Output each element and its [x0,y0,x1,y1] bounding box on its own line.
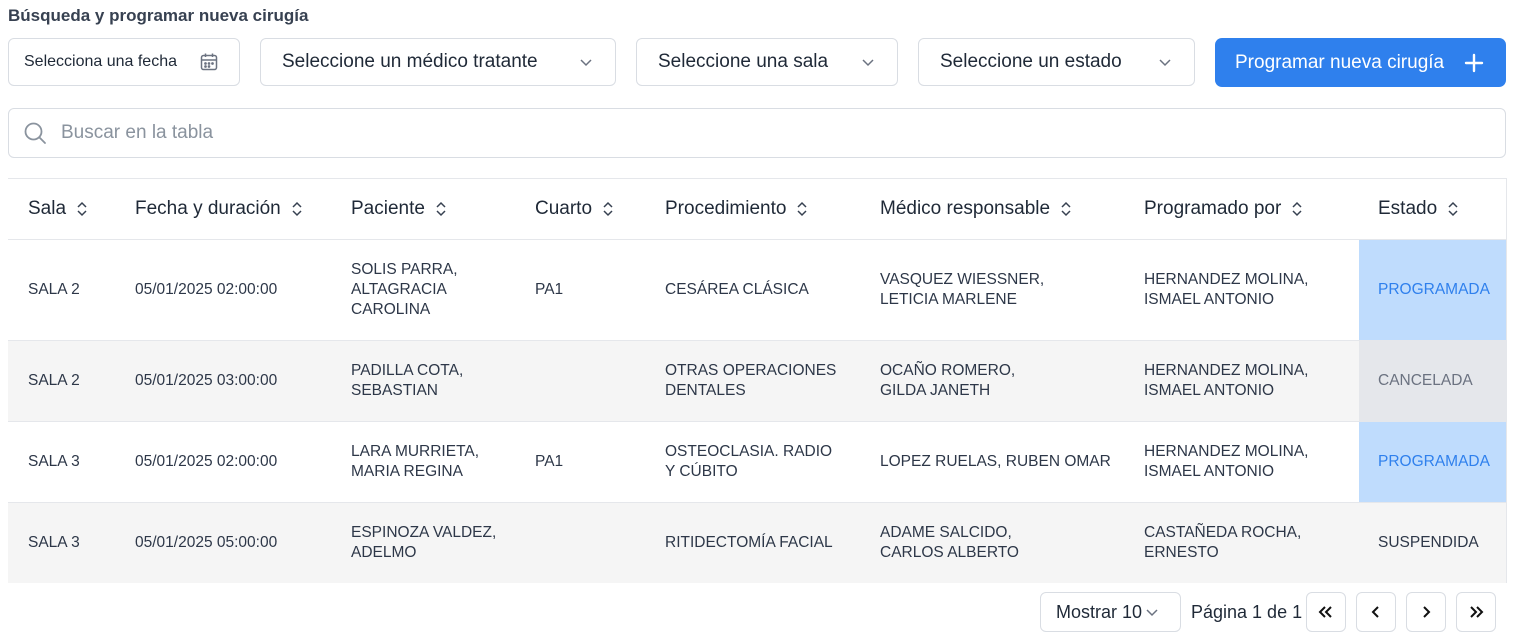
cell-paciente: PADILLA COTA, SEBASTIAN [351,362,464,399]
sort-icon [76,200,88,218]
next-page-button[interactable] [1406,592,1446,632]
sort-icon [1060,200,1072,218]
cell-procedimiento: RITIDECTOMÍA FACIAL [665,534,833,551]
table-row[interactable]: SALA 3 05/01/2025 02:00:00 LARA MURRIETA… [8,422,1506,503]
cell-fecha: 05/01/2025 02:00:00 [135,453,278,470]
chevron-left-icon [1371,606,1379,618]
column-header-label: Sala [28,198,67,219]
column-header-label: Médico responsable [880,198,1051,219]
cell-fecha: 05/01/2025 03:00:00 [135,372,278,389]
chevron-down-icon [1146,609,1158,617]
table-row[interactable]: SALA 3 05/01/2025 05:00:00 ESPINOZA VALD… [8,503,1506,583]
column-header-paciente[interactable]: Paciente [351,179,447,239]
chevron-down-icon [862,59,874,67]
status-badge: SUSPENDIDA [1378,534,1479,551]
cell-medico: VASQUEZ WIESSNER, LETICIA MARLENE [880,271,1045,308]
cell-sala: SALA 3 [28,453,80,470]
cell-fecha: 05/01/2025 02:00:00 [135,281,278,298]
sort-icon [796,200,808,218]
double-chevron-right-icon [1470,606,1484,618]
room-select[interactable]: Seleccione una sala [636,38,898,86]
doctor-select[interactable]: Seleccione un médico tratante [260,38,616,86]
surgeries-table: Sala Fecha y duración Paciente Cuarto Pr… [8,178,1507,583]
column-header-label: Fecha y duración [135,198,281,219]
cell-sala: SALA 2 [28,281,80,298]
column-header-label: Procedimiento [665,198,787,219]
new-surgery-button[interactable]: Programar nueva cirugía [1215,38,1506,87]
calendar-icon [200,53,218,71]
cell-programado: HERNANDEZ MOLINA, ISMAEL ANTONIO [1144,443,1309,480]
chevron-right-icon [1423,606,1431,618]
room-select-label: Seleccione una sala [658,51,829,72]
page-title: Búsqueda y programar nueva cirugía [8,6,309,25]
plus-icon [1464,53,1484,72]
cell-programado: CASTAÑEDA ROCHA, ERNESTO [1144,524,1302,561]
status-select-label: Seleccione un estado [940,51,1122,72]
status-badge: CANCELADA [1359,341,1506,421]
doctor-select-label: Seleccione un médico tratante [282,51,538,72]
cell-programado: HERNANDEZ MOLINA, ISMAEL ANTONIO [1144,362,1309,399]
cell-medico: LOPEZ RUELAS, RUBEN OMAR [880,453,1111,470]
prev-page-button[interactable] [1356,592,1396,632]
sort-icon [435,200,447,218]
chevron-down-icon [580,59,592,67]
cell-cuarto: PA1 [535,281,564,298]
cell-sala: SALA 2 [28,372,80,389]
first-page-button[interactable] [1306,592,1346,632]
search-box [8,108,1506,158]
status-badge: PROGRAMADA [1359,422,1506,502]
column-header-label: Paciente [351,198,425,219]
table-header: Sala Fecha y duración Paciente Cuarto Pr… [8,179,1506,240]
cell-medico: OCAÑO ROMERO, GILDA JANETH [880,362,1016,399]
table-row[interactable]: SALA 2 05/01/2025 02:00:00 SOLIS PARRA, … [8,240,1506,341]
column-header-fecha[interactable]: Fecha y duración [135,179,303,239]
search-input[interactable] [59,121,1463,145]
cell-paciente: LARA MURRIETA, MARIA REGINA [351,443,480,480]
cell-procedimiento: OTRAS OPERACIONES DENTALES [665,362,837,399]
column-header-programado[interactable]: Programado por [1144,179,1303,239]
page-info: Página 1 de 1 [1191,601,1303,622]
last-page-button[interactable] [1456,592,1496,632]
date-picker[interactable]: Selecciona una fecha [8,38,240,86]
cell-procedimiento: CESÁREA CLÁSICA [665,281,809,298]
chevron-down-icon [1159,59,1171,67]
column-header-label: Estado [1378,198,1438,219]
status-select[interactable]: Seleccione un estado [918,38,1195,86]
new-surgery-button-label: Programar nueva cirugía [1235,51,1445,73]
column-header-sala[interactable]: Sala [28,179,88,239]
cell-programado: HERNANDEZ MOLINA, ISMAEL ANTONIO [1144,271,1309,308]
sort-icon [291,200,303,218]
sort-icon [1291,200,1303,218]
cell-medico: ADAME SALCIDO, CARLOS ALBERTO [880,524,1019,561]
cell-procedimiento: OSTEOCLASIA. RADIO Y CÚBITO [665,443,833,480]
sort-icon [1447,200,1459,218]
column-header-estado[interactable]: Estado [1378,179,1459,239]
table-row[interactable]: SALA 2 05/01/2025 03:00:00 PADILLA COTA,… [8,341,1506,422]
cell-paciente: ESPINOZA VALDEZ, ADELMO [351,524,497,561]
status-badge: PROGRAMADA [1359,240,1506,340]
column-header-label: Cuarto [535,198,593,219]
page-size-label: Mostrar 10 [1056,601,1143,622]
column-header-procedimiento[interactable]: Procedimiento [665,179,808,239]
cell-fecha: 05/01/2025 05:00:00 [135,534,278,551]
sort-icon [602,200,614,218]
cell-sala: SALA 3 [28,534,80,551]
cell-paciente: SOLIS PARRA, ALTAGRACIA CAROLINA [351,261,458,318]
search-icon [24,122,46,144]
page-size-select[interactable]: Mostrar 10 [1040,592,1181,632]
cell-cuarto: PA1 [535,453,564,470]
column-header-cuarto[interactable]: Cuarto [535,179,614,239]
column-header-medico[interactable]: Médico responsable [880,179,1072,239]
double-chevron-left-icon [1318,606,1332,618]
column-header-label: Programado por [1144,198,1282,219]
date-picker-label: Selecciona una fecha [24,53,177,70]
